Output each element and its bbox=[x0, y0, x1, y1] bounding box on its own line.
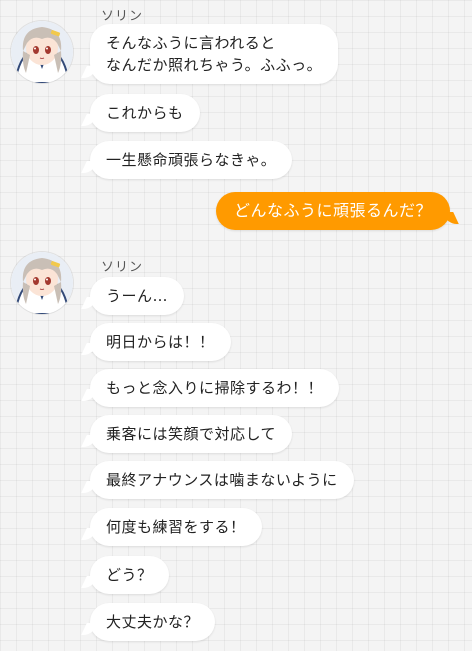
sorin-avatar-icon[interactable] bbox=[11, 252, 73, 314]
sender-name: ソリン bbox=[101, 9, 144, 24]
message-bubble[interactable]: これからも bbox=[90, 94, 200, 132]
message-bubble[interactable]: そんなふうに言われると なんだか照れちゃう。ふふっ。 bbox=[90, 24, 339, 84]
message-bubble[interactable]: 一生懸命頑張らなきゃ。 bbox=[90, 141, 293, 179]
chat-log[interactable]: ソリン そんなふうに言われると なんだか照れちゃう。ふふっ。 これからも 一生懸… bbox=[0, 0, 472, 651]
message-bubble[interactable]: 大丈夫かな？ bbox=[90, 603, 216, 641]
message-bubble[interactable]: 明日からは！！ bbox=[90, 323, 231, 361]
message-bubble[interactable]: もっと念入りに掃除するわ！！ bbox=[90, 369, 340, 407]
message-bubble[interactable]: 乗客には笑顔で対応して bbox=[90, 415, 293, 453]
message-bubble[interactable]: うーん… bbox=[90, 277, 185, 315]
message-bubble[interactable]: 最終アナウンスは噛まないように bbox=[90, 461, 354, 499]
message-bubble[interactable]: 何度も練習をする！ bbox=[90, 508, 262, 546]
outgoing-message-bubble[interactable]: どんなふうに頑張るんだ？ bbox=[215, 192, 450, 230]
sender-name: ソリン bbox=[101, 260, 144, 275]
sorin-avatar-icon[interactable] bbox=[11, 21, 73, 83]
message-bubble[interactable]: どう？ bbox=[90, 556, 169, 594]
